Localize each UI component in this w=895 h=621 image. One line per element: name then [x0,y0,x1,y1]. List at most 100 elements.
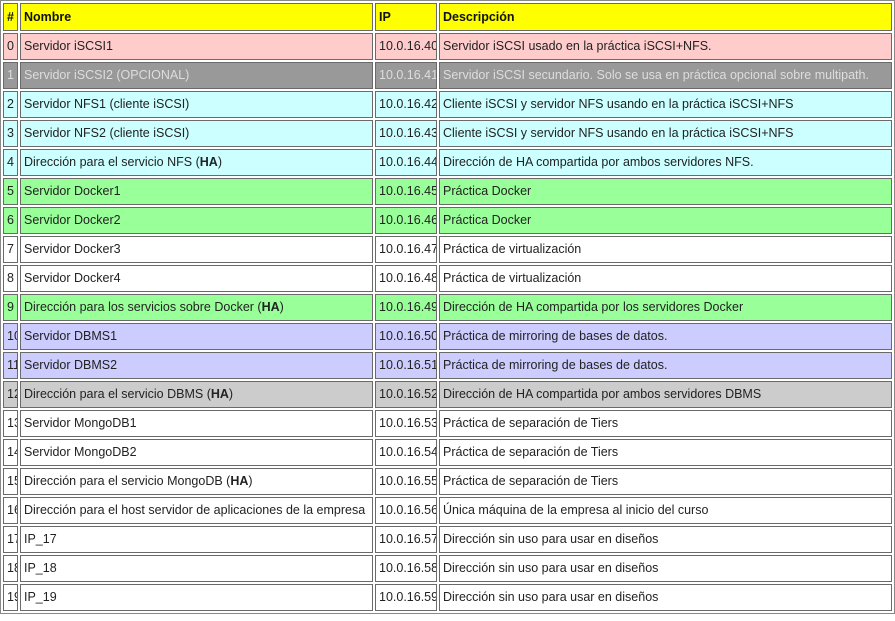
row-ip: 10.0.16.54 [375,439,437,466]
table-row: 8 Servidor Docker4 10.0.16.48 Práctica de v… [3,265,892,292]
header-description: Descripción [439,3,892,31]
row-name-text: Servidor Docker4 [24,271,121,285]
row-number: 4 [3,149,18,176]
row-description: Única máquina de la empresa al inicio de… [439,497,892,524]
row-ip: 10.0.16.56 [375,497,437,524]
row-description: Cliente iSCSI y servidor NFS usando en l… [439,120,892,147]
row-ip: 10.0.16.40 [375,33,437,60]
row-number: 11 [3,352,18,379]
row-description: Práctica de mirroring de bases de datos. [439,323,892,350]
row-description: Dirección de HA compartida por los servi… [439,294,892,321]
row-name-text: Servidor MongoDB1 [24,416,137,430]
row-name: Servidor Docker3 [20,236,373,263]
row-name-text: Dirección para el servicio DBMS ( [24,387,211,401]
row-name-text: Servidor MongoDB2 [24,445,137,459]
row-name-text: Servidor DBMS1 [24,329,118,343]
row-description: Dirección de HA compartida por ambos ser… [439,149,892,176]
row-number: 16 [3,497,18,524]
table-header-row: # Nombre IP Descripción [3,3,892,31]
table-row: 0 Servidor iSCSI1 10.0.16.40 Servidor iSCSI… [3,33,892,60]
row-name: Servidor DBMS1 [20,323,373,350]
row-name: Servidor Docker2 [20,207,373,234]
ha-label: HA [210,387,229,401]
row-name: Dirección para el host servidor de aplic… [20,497,373,524]
table-row: 4 Dirección para el servicio NFS (HA) 10.0… [3,149,892,176]
row-name-tail: ) [279,300,284,314]
header-number: # [3,3,18,31]
row-name-text: Dirección para los servicios sobre Docke… [24,300,262,314]
row-description: Práctica de virtualización [439,265,892,292]
row-ip: 10.0.16.49 [375,294,437,321]
row-number: 14 [3,439,18,466]
row-name-text: Dirección para el servicio NFS ( [24,155,200,169]
row-ip: 10.0.16.53 [375,410,437,437]
row-ip: 10.0.16.44 [375,149,437,176]
table-row: 2 Servidor NFS1 (cliente iSCSI) 10.0.16.42… [3,91,892,118]
row-description: Práctica de virtualización [439,236,892,263]
row-name-text: Servidor Docker1 [24,184,121,198]
row-number: 17 [3,526,18,553]
row-name: Dirección para el servicio DBMS (HA) [20,381,373,408]
row-name: Dirección para el servicio MongoDB (HA) [20,468,373,495]
row-number: 5 [3,178,18,205]
row-number: 6 [3,207,18,234]
row-name-text: Servidor Docker3 [24,242,121,256]
row-ip: 10.0.16.48 [375,265,437,292]
table-row: 13 Servidor MongoDB1 10.0.16.53Práctica de… [3,410,892,437]
row-name-text: Servidor Docker2 [24,213,121,227]
row-name-text: Dirección para el host servidor de aplic… [24,503,366,517]
row-description: Servidor iSCSI usado en la práctica iSCS… [439,33,892,60]
table-row: 11 Servidor DBMS2 10.0.16.51Práctica de mi… [3,352,892,379]
row-ip: 10.0.16.58 [375,555,437,582]
row-name: IP_17 [20,526,373,553]
row-ip: 10.0.16.59 [375,584,437,611]
table-row: 5 Servidor Docker1 10.0.16.45 Práctica Dock… [3,178,892,205]
row-number: 12 [3,381,18,408]
row-description: Práctica de mirroring de bases de datos. [439,352,892,379]
row-name: IP_18 [20,555,373,582]
row-name: Servidor iSCSI2 (OPCIONAL) [20,62,373,89]
row-name-text: Servidor NFS1 (cliente iSCSI) [24,97,190,111]
row-name-text: IP_18 [24,561,57,575]
row-name-tail: ) [228,387,234,401]
row-name-text: Servidor NFS2 (cliente iSCSI) [24,126,190,140]
row-name-text: Servidor iSCSI1 [24,39,113,53]
row-name: IP_19 [20,584,373,611]
row-name: Servidor DBMS2 [20,352,373,379]
table-row: 7 Servidor Docker3 10.0.16.47 Práctica de v… [3,236,892,263]
table-row: 15Dirección para el servicio MongoDB (HA… [3,468,892,495]
row-ip: 10.0.16.41 [375,62,437,89]
row-ip: 10.0.16.51 [375,352,437,379]
row-name: Servidor Docker4 [20,265,373,292]
row-number: 10 [3,323,18,350]
table-row: 10 Servidor DBMS1 10.0.16.50Práctica de mi… [3,323,892,350]
row-name: Servidor iSCSI1 [20,33,373,60]
row-number: 3 [3,120,18,147]
row-description: Dirección de HA compartida por ambos ser… [439,381,892,408]
ha-label: HA [199,155,218,169]
row-name: Dirección para el servicio NFS (HA) [20,149,373,176]
row-description: Práctica Docker [439,207,892,234]
table-row: 6 Servidor Docker2 10.0.16.46 Práctica Dock… [3,207,892,234]
row-name-text: Servidor DBMS2 [24,358,118,372]
table-row: 16 Dirección para el host servidor de apl… [3,497,892,524]
ha-label: HA [261,300,280,314]
row-description: Dirección sin uso para usar en diseños [439,584,892,611]
row-name: Servidor NFS1 (cliente iSCSI) [20,91,373,118]
row-name-text: IP_17 [24,532,57,546]
row-ip: 10.0.16.47 [375,236,437,263]
row-number: 1 [3,62,18,89]
ip-address-table: # Nombre IP Descripción 0 Servidor iSCSI1… [0,0,895,614]
row-ip: 10.0.16.46 [375,207,437,234]
row-description: Práctica de separación de Tiers [439,410,892,437]
row-ip: 10.0.16.52 [375,381,437,408]
header-name: Nombre [20,3,373,31]
row-number: 7 [3,236,18,263]
row-ip: 10.0.16.42 [375,91,437,118]
row-name-text: IP_19 [24,590,57,604]
row-number: 2 [3,91,18,118]
row-number: 15 [3,468,18,495]
row-name-tail: ) [217,155,222,169]
table-row: 3 Servidor NFS2 (cliente iSCSI) 10.0.16.43… [3,120,892,147]
table-row: 18 IP_18 10.0.16.58Dirección sin uso para … [3,555,892,582]
